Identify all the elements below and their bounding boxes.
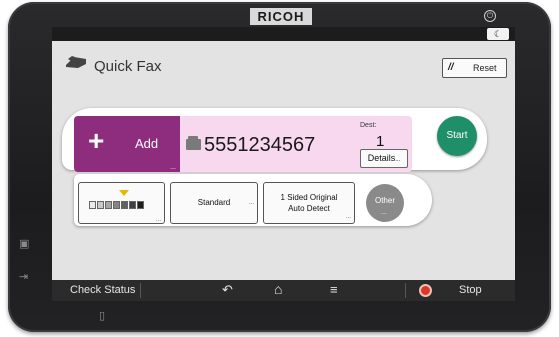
brand-logo: RICOH — [250, 8, 312, 25]
original-type-button[interactable]: 1 Sided Original Auto Detect ... — [263, 182, 355, 224]
resolution-label: Standard — [197, 198, 231, 207]
fax-number-icon — [186, 136, 201, 150]
check-status-button[interactable]: Check Status — [70, 284, 135, 296]
details-label: Details — [367, 153, 396, 163]
page-title: Quick Fax — [94, 58, 162, 75]
fax-icon — [66, 56, 86, 68]
reset-icon: // — [448, 62, 454, 73]
add-label: Add — [135, 136, 159, 151]
bottom-bar: Check Status ↶ ⌂ ≡ Stop — [52, 280, 515, 301]
density-step — [89, 201, 96, 209]
start-button[interactable]: Start — [437, 116, 477, 156]
density-indicator-icon — [119, 190, 129, 196]
back-icon[interactable]: ↶ — [222, 282, 233, 298]
original-line1: 1 Sided Original — [280, 193, 338, 202]
stop-icon[interactable] — [419, 284, 432, 297]
density-button[interactable]: ... — [78, 182, 165, 224]
density-step — [137, 201, 144, 209]
usb-icon: ▯ — [99, 310, 106, 322]
density-step — [129, 201, 136, 209]
menu-icon[interactable]: ≡ — [330, 282, 338, 297]
energy-saver-icon[interactable]: ☾ — [487, 28, 509, 40]
resolution-button[interactable]: Standard ... — [170, 182, 258, 224]
density-step — [97, 201, 104, 209]
reset-button[interactable]: // Reset — [442, 58, 507, 78]
reset-label: Reset — [473, 63, 497, 73]
title-bar: Quick Fax // Reset — [52, 41, 515, 83]
status-strip: ☾ — [52, 27, 515, 41]
dest-count: 1 — [376, 133, 385, 150]
home-icon[interactable]: ⌂ — [274, 281, 282, 297]
density-step — [121, 201, 128, 209]
density-step — [105, 201, 112, 209]
density-scale — [89, 201, 144, 209]
details-button[interactable]: Details... — [360, 149, 408, 168]
density-step — [113, 201, 120, 209]
power-icon[interactable]: ⏻ — [484, 10, 496, 22]
other-button[interactable]: Other ... — [366, 184, 404, 222]
stop-button[interactable]: Stop — [459, 284, 482, 296]
dest-label: Dest: — [360, 122, 377, 129]
add-destination-button[interactable]: + Add ... — [74, 116, 180, 172]
screen: ☾ Quick Fax // Reset + Add ... 555123456… — [52, 27, 515, 301]
lock-icon: ▣ — [19, 238, 30, 250]
plus-icon: + — [88, 125, 105, 156]
fax-number: 5551234567 — [204, 134, 316, 156]
login-icon: ⇥ — [19, 271, 29, 283]
more-indicator: ... — [170, 164, 176, 171]
original-line2: Auto Detect — [288, 204, 330, 213]
